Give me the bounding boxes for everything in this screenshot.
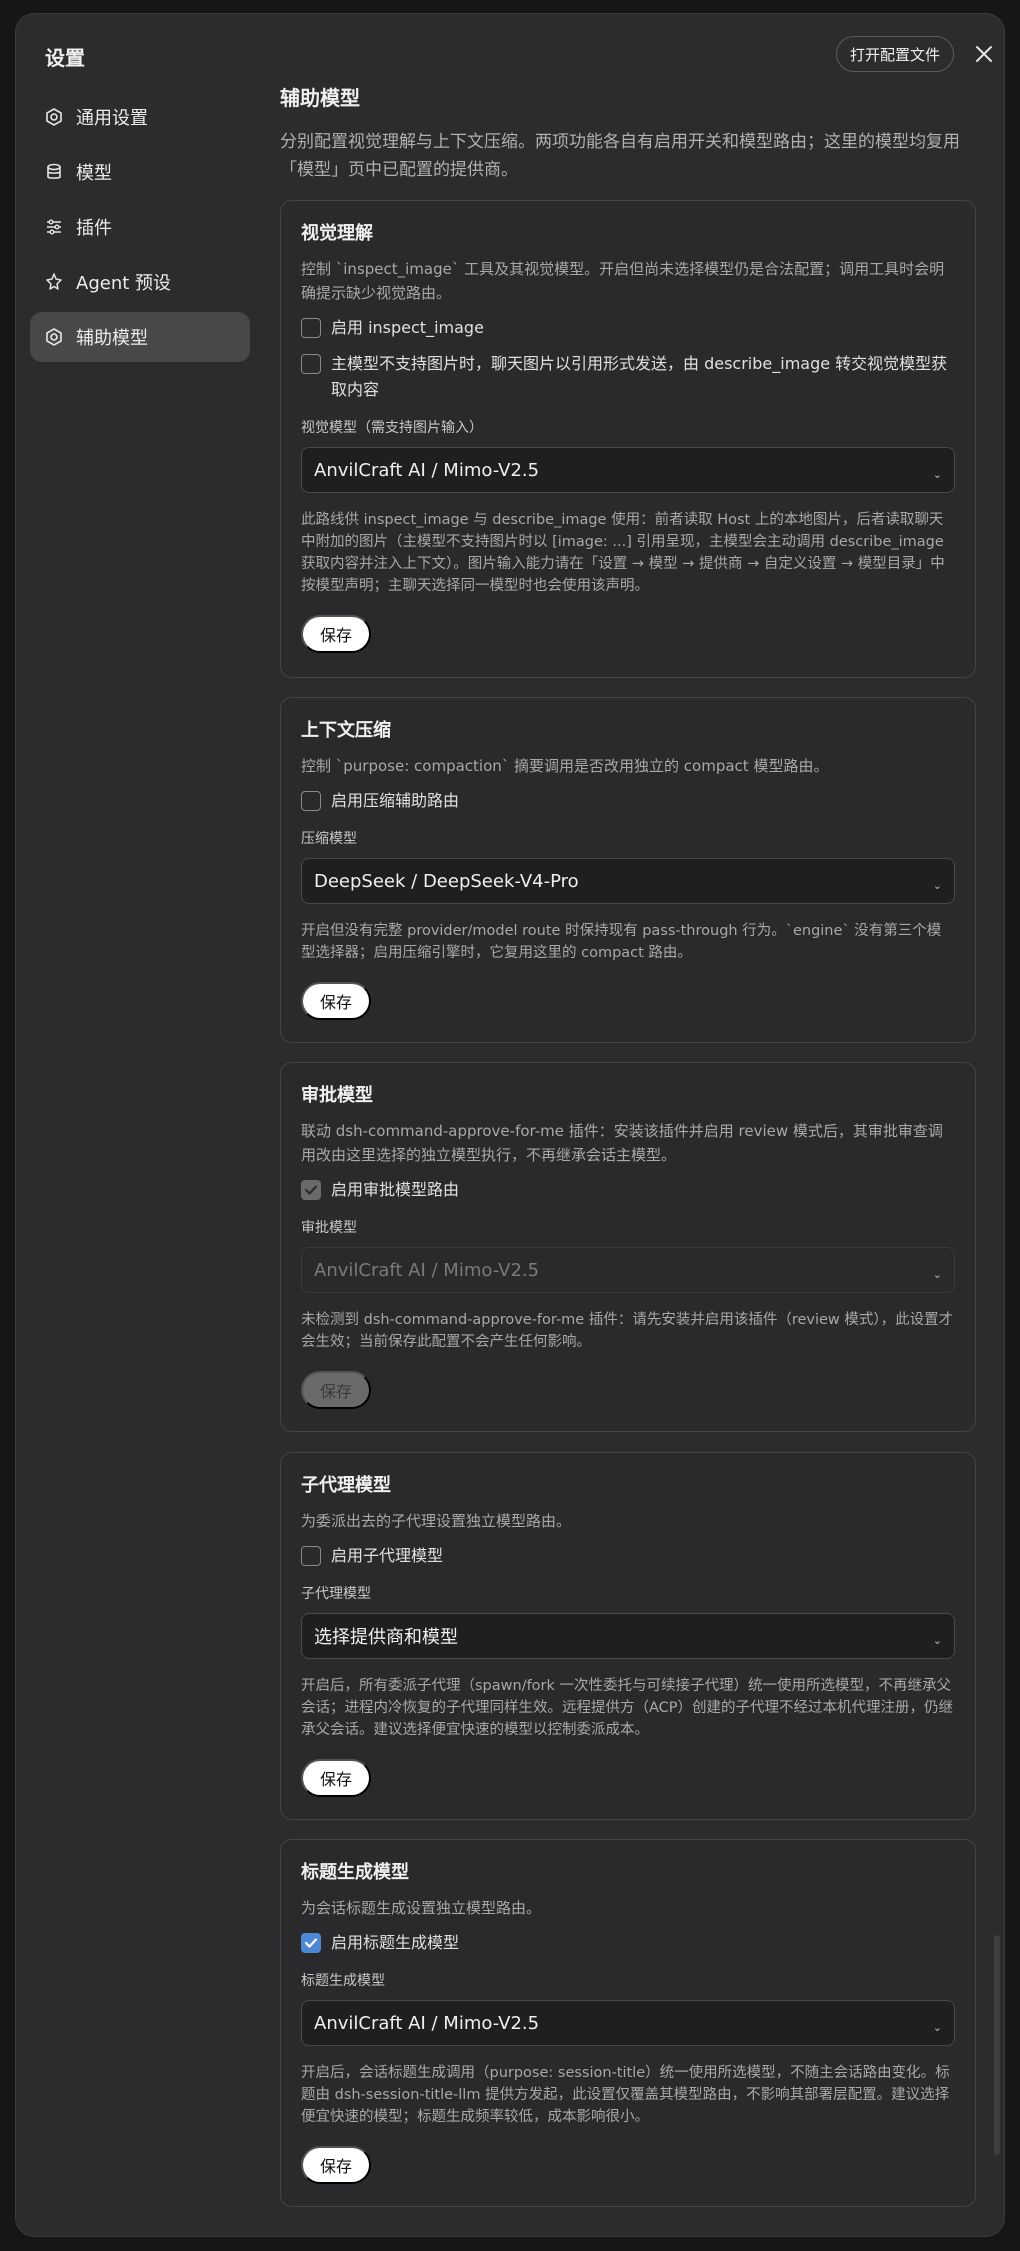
database-icon xyxy=(44,162,64,182)
select-value: AnvilCraft AI / Mimo-V2.5 xyxy=(314,1259,540,1281)
select-value: DeepSeek / DeepSeek-V4-Pro xyxy=(314,870,579,892)
card-description: 控制 `purpose: compaction` 摘要调用是否改用独立的 com… xyxy=(301,757,829,775)
select-value: 选择提供商和模型 xyxy=(314,1627,458,1648)
chevron-down-icon: ⌄ xyxy=(932,467,942,481)
sidebar-item-label: 插件 xyxy=(76,218,112,239)
check-icon xyxy=(304,1185,318,1196)
checkbox-label: 启用标题生成模型 xyxy=(331,1933,460,1952)
open-config-button[interactable]: 打开配置文件 xyxy=(836,36,954,72)
checkbox-label: 主模型不支持图片时，聊天图片以引用形式发送，由 describe_image 转… xyxy=(331,354,948,399)
enable-title-gen-checkbox-row[interactable]: 启用标题生成模型 xyxy=(301,1930,955,1956)
field-label: 标题生成模型 xyxy=(301,1973,385,1989)
vision-model-select[interactable]: AnvilCraft AI / Mimo-V2.5 ⌄ xyxy=(301,447,955,493)
checkbox-label: 启用 inspect_image xyxy=(331,318,484,337)
enable-inspect-image-checkbox[interactable] xyxy=(301,318,321,338)
enable-inspect-image-checkbox-row[interactable]: 启用 inspect_image xyxy=(301,315,955,341)
hint-text: 未检测到 dsh-command-approve-for-me 插件：请先安装并… xyxy=(301,1312,954,1350)
card-description: 为委派出去的子代理设置独立模型路由。 xyxy=(301,1512,572,1530)
checkbox-label: 启用压缩辅助路由 xyxy=(331,791,460,810)
close-icon xyxy=(976,46,992,62)
sidebar-item-label: 模型 xyxy=(76,163,112,184)
enable-approve-checkbox-row[interactable]: 启用审批模型路由 xyxy=(301,1177,955,1203)
save-button: 保存 xyxy=(301,1371,371,1409)
sliders-icon xyxy=(44,217,64,237)
save-button[interactable]: 保存 xyxy=(301,982,371,1020)
enable-compaction-checkbox[interactable] xyxy=(301,791,321,811)
sidebar-item-label: 通用设置 xyxy=(76,108,148,129)
close-button[interactable] xyxy=(968,38,1000,70)
chevron-down-icon: ⌄ xyxy=(932,878,942,892)
card-description: 控制 `inspect_image` 工具及其视觉模型。开启但尚未选择模型仍是合… xyxy=(301,260,945,302)
enable-compaction-checkbox-row[interactable]: 启用压缩辅助路由 xyxy=(301,788,955,814)
modal-title: 设置 xyxy=(45,46,85,70)
hint-text: 开启后，所有委派子代理（spawn/fork 一次性委托与可续接子代理）统一使用… xyxy=(301,1678,954,1738)
sidebar-item-general[interactable]: 通用设置 xyxy=(30,92,250,142)
sidebar-item-plugins[interactable]: 插件 xyxy=(30,202,250,252)
enable-approve-checkbox[interactable] xyxy=(301,1180,321,1200)
subagent-model-select[interactable]: 选择提供商和模型 ⌄ xyxy=(301,1613,955,1659)
enable-subagent-checkbox[interactable] xyxy=(301,1546,321,1566)
field-label: 压缩模型 xyxy=(301,831,357,847)
describe-image-checkbox[interactable] xyxy=(301,354,321,374)
field-label: 审批模型 xyxy=(301,1220,357,1236)
sidebar-item-label: 辅助模型 xyxy=(76,328,148,349)
gear-icon xyxy=(44,327,64,347)
title-gen-model-select[interactable]: AnvilCraft AI / Mimo-V2.5 ⌄ xyxy=(301,2000,955,2046)
card-description: 联动 dsh-command-approve-for-me 插件：安装该插件并启… xyxy=(301,1122,943,1164)
chevron-down-icon: ⌄ xyxy=(932,2020,942,2034)
card-title: 标题生成模型 xyxy=(301,1862,409,1883)
card-title: 子代理模型 xyxy=(301,1475,391,1496)
field-label: 视觉模型（需支持图片输入） xyxy=(301,420,483,436)
save-button[interactable]: 保存 xyxy=(301,615,371,653)
compaction-model-select[interactable]: DeepSeek / DeepSeek-V4-Pro ⌄ xyxy=(301,858,955,904)
agent-icon xyxy=(44,272,64,292)
approve-card: 审批模型 联动 dsh-command-approve-for-me 插件：安装… xyxy=(280,1062,976,1432)
title-gen-card: 标题生成模型 为会话标题生成设置独立模型路由。 启用标题生成模型 标题生成模型 … xyxy=(280,1839,976,2207)
scrollbar-thumb[interactable] xyxy=(994,1935,1000,2155)
content-header: 辅助模型 分别配置视觉理解与上下文压缩。两项功能各自有启用开关和模型路由；这里的… xyxy=(280,82,980,184)
checkbox-label: 启用审批模型路由 xyxy=(331,1180,460,1199)
gear-icon xyxy=(44,107,64,127)
field-label: 子代理模型 xyxy=(301,1586,371,1602)
save-button[interactable]: 保存 xyxy=(301,1759,371,1797)
save-button[interactable]: 保存 xyxy=(301,2146,371,2184)
hint-text: 开启后，会话标题生成调用（purpose: session-title）统一使用… xyxy=(301,2065,950,2125)
approve-model-select: AnvilCraft AI / Mimo-V2.5 ⌄ xyxy=(301,1247,955,1293)
describe-image-checkbox-row[interactable]: 主模型不支持图片时，聊天图片以引用形式发送，由 describe_image 转… xyxy=(301,351,955,403)
select-value: AnvilCraft AI / Mimo-V2.5 xyxy=(314,2012,540,2034)
page-title: 辅助模型 xyxy=(280,86,360,110)
hint-text: 此路线供 inspect_image 与 describe_image 使用：前… xyxy=(301,512,945,594)
card-title: 视觉理解 xyxy=(301,223,373,244)
card-description: 为会话标题生成设置独立模型路由。 xyxy=(301,1899,542,1917)
sidebar-item-agent-presets[interactable]: Agent 预设 xyxy=(30,257,250,307)
sidebar: 通用设置 模型 插件 Agent 预设 辅助模型 xyxy=(30,92,250,367)
card-title: 上下文压缩 xyxy=(301,720,391,741)
page-description: 分别配置视觉理解与上下文压缩。两项功能各自有启用开关和模型路由；这里的模型均复用… xyxy=(280,132,960,180)
enable-title-gen-checkbox[interactable] xyxy=(301,1933,321,1953)
subagent-card: 子代理模型 为委派出去的子代理设置独立模型路由。 启用子代理模型 子代理模型 选… xyxy=(280,1452,976,1820)
sidebar-item-aux-models[interactable]: 辅助模型 xyxy=(30,312,250,362)
chevron-down-icon: ⌄ xyxy=(932,1267,942,1281)
chevron-down-icon: ⌄ xyxy=(932,1633,942,1647)
compaction-card: 上下文压缩 控制 `purpose: compaction` 摘要调用是否改用独… xyxy=(280,697,976,1043)
check-icon xyxy=(304,1938,318,1949)
sidebar-item-models[interactable]: 模型 xyxy=(30,147,250,197)
vision-card: 视觉理解 控制 `inspect_image` 工具及其视觉模型。开启但尚未选择… xyxy=(280,200,976,678)
select-value: AnvilCraft AI / Mimo-V2.5 xyxy=(314,459,540,481)
sidebar-item-label: Agent 预设 xyxy=(76,273,172,294)
checkbox-label: 启用子代理模型 xyxy=(331,1546,444,1565)
enable-subagent-checkbox-row[interactable]: 启用子代理模型 xyxy=(301,1543,955,1569)
card-title: 审批模型 xyxy=(301,1085,373,1106)
hint-text: 开启但没有完整 provider/model route 时保持现有 pass-… xyxy=(301,923,942,961)
